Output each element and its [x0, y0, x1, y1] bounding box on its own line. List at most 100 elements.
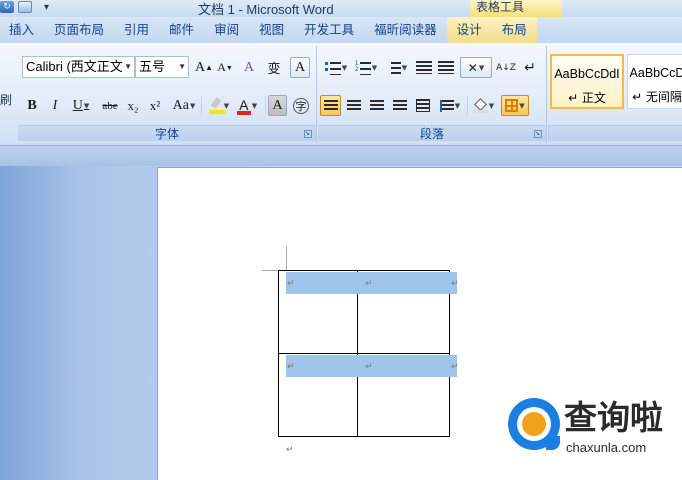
watermark-logo: 查询啦 chaxunla.com — [508, 398, 682, 458]
tab-developer[interactable]: 开发工具 — [294, 17, 364, 43]
font-group-label: 字体 — [18, 125, 316, 141]
align-center-icon — [346, 99, 361, 112]
tab-references[interactable]: 引用 — [114, 17, 159, 43]
clear-formatting-icon: A — [243, 59, 255, 75]
tab-layout[interactable]: 布局 — [491, 17, 537, 43]
document-table[interactable]: ↵ ↵ ↵ ↵ ↵ ↵ — [278, 270, 459, 437]
toolbar-separator — [467, 96, 468, 116]
enclose-characters-icon: 字 — [293, 97, 309, 114]
quick-access-toolbar: ↻ ▾ — [0, 0, 49, 14]
style-normal[interactable]: AaBbCcDdI ↵ 正文 — [550, 54, 624, 109]
bullet-list-icon — [324, 60, 341, 75]
distributed-button[interactable] — [412, 95, 433, 116]
paint-bucket-icon — [473, 97, 488, 113]
grow-font-icon: A — [194, 59, 206, 75]
italic-icon: I — [52, 97, 58, 113]
tab-foxit-reader[interactable]: 福昕阅读器 — [364, 17, 447, 43]
strikethrough-icon: abe — [102, 99, 118, 112]
chinese-layout-icon: ✕ — [467, 60, 478, 75]
grow-font-button[interactable]: A ▲ — [194, 57, 214, 78]
tab-review[interactable]: 审阅 — [204, 17, 249, 43]
style-no-spacing[interactable]: AaBbCcD ↵ 无间隔 — [627, 54, 682, 109]
character-shading-button[interactable]: A — [268, 95, 287, 116]
style-name-label: ↵ 正文 — [568, 91, 606, 105]
character-border-button[interactable]: A — [290, 57, 310, 78]
format-painter-button[interactable]: 刷 — [0, 91, 12, 108]
highlighter-icon — [208, 96, 225, 114]
subscript-button[interactable]: x₂ — [124, 95, 142, 116]
shrink-font-button[interactable]: A ▼ — [216, 57, 234, 78]
print-preview-icon[interactable] — [18, 1, 32, 13]
paragraph-mark-icon: ↵ — [524, 59, 536, 76]
multilevel-list-icon — [384, 60, 401, 75]
tab-mailings[interactable]: 邮件 — [159, 17, 204, 43]
paragraph-mark: ↵ — [286, 445, 294, 455]
bold-icon: B — [27, 97, 37, 113]
line-spacing-button[interactable]: ▼ — [436, 95, 464, 116]
font-color-button[interactable]: A ▼ — [232, 95, 262, 116]
font-size-combo[interactable]: 五号 ▼ — [135, 56, 189, 78]
toolbar-separator — [201, 96, 202, 116]
numbered-list-icon: 12 — [354, 60, 371, 75]
highlight-color-swatch — [208, 109, 225, 114]
font-dialog-launcher-icon[interactable]: ↘ — [304, 130, 312, 138]
window-title: 文档 1 - Microsoft Word — [198, 2, 334, 17]
cell-end-mark: ↵ — [287, 362, 295, 372]
watermark-url: chaxunla.com — [566, 440, 647, 455]
sort-button[interactable]: A↓Z — [496, 57, 516, 78]
underline-button[interactable]: U ▼ — [69, 95, 93, 116]
enclose-characters-button[interactable]: 字 — [291, 95, 311, 116]
toolbar-separator — [265, 96, 266, 116]
numbering-button[interactable]: 1 2 ▼ — [352, 57, 380, 78]
align-center-button[interactable] — [343, 95, 364, 116]
borders-grid-icon — [505, 99, 519, 112]
tab-view[interactable]: 视图 — [249, 17, 294, 43]
align-left-icon — [323, 99, 338, 112]
show-hide-marks-button[interactable]: ↵ — [520, 57, 540, 78]
margin-corner-mark — [286, 246, 287, 270]
styles-group: AaBbCcDdI ↵ 正文 AaBbCcD ↵ 无间隔 — [548, 46, 682, 143]
bullets-button[interactable]: ▼ — [322, 57, 350, 78]
bold-button[interactable]: B — [24, 95, 40, 116]
tab-design[interactable]: 设计 — [446, 17, 492, 43]
chevron-down-icon: ▼ — [178, 62, 186, 71]
character-border-icon: A — [294, 59, 306, 75]
style-name-label: ↵ 无间隔 — [632, 90, 682, 104]
tab-page-layout[interactable]: 页面布局 — [44, 17, 114, 43]
decrease-indent-button[interactable] — [414, 57, 434, 78]
align-right-button[interactable] — [366, 95, 387, 116]
distributed-icon — [415, 99, 430, 112]
font-name-combo[interactable]: Calibri (西文正文 ▼ — [22, 56, 135, 78]
redo-icon[interactable]: ↻ — [0, 1, 14, 13]
table-tools-context-title: 表格工具 — [470, 0, 562, 17]
superscript-button[interactable]: x² — [146, 95, 164, 116]
paragraph-dialog-launcher-icon[interactable]: ↘ — [534, 130, 542, 138]
borders-button[interactable]: ▼ — [501, 95, 529, 116]
shading-button[interactable]: ▼ — [470, 95, 498, 116]
chinese-layout-button[interactable]: ✕ ▼ — [460, 57, 492, 78]
multilevel-list-button[interactable]: ▼ — [382, 57, 410, 78]
cell-end-mark: ↵ — [365, 279, 373, 289]
font-size-value: 五号 — [139, 59, 166, 74]
ribbon: 刷 Calibri (西文正文 ▼ 五号 ▼ A▲ A▼ A 变 A B I — [0, 43, 682, 146]
clear-formatting-button[interactable]: A — [239, 57, 259, 78]
change-case-button[interactable]: Aa ▼ — [170, 95, 198, 116]
phonetic-guide-button[interactable]: 变 — [263, 57, 285, 78]
line-spacing-icon — [439, 99, 454, 112]
tab-insert[interactable]: 插入 — [0, 17, 44, 43]
ribbon-tab-bar: 插入 页面布局 引用 邮件 审阅 视图 开发工具 福昕阅读器 设计 布局 — [0, 17, 682, 43]
customize-qat-button[interactable]: ▾ — [44, 2, 49, 13]
align-left-button[interactable] — [320, 95, 341, 116]
style-sample-text: AaBbCcD — [629, 66, 682, 80]
italic-button[interactable]: I — [47, 95, 63, 116]
strikethrough-button[interactable]: abe — [98, 95, 122, 116]
styles-group-label — [548, 125, 682, 141]
font-group: Calibri (西文正文 ▼ 五号 ▼ A ▲ A ▼ A 变 A B I U ▼ — [18, 46, 317, 143]
justify-button[interactable] — [389, 95, 410, 116]
align-right-icon — [369, 99, 384, 112]
justify-icon — [392, 99, 407, 112]
selection-highlight — [286, 272, 358, 294]
cell-end-mark: ↵ — [287, 279, 295, 289]
increase-indent-button[interactable] — [436, 57, 456, 78]
highlight-color-button[interactable]: ▼ — [204, 95, 234, 116]
